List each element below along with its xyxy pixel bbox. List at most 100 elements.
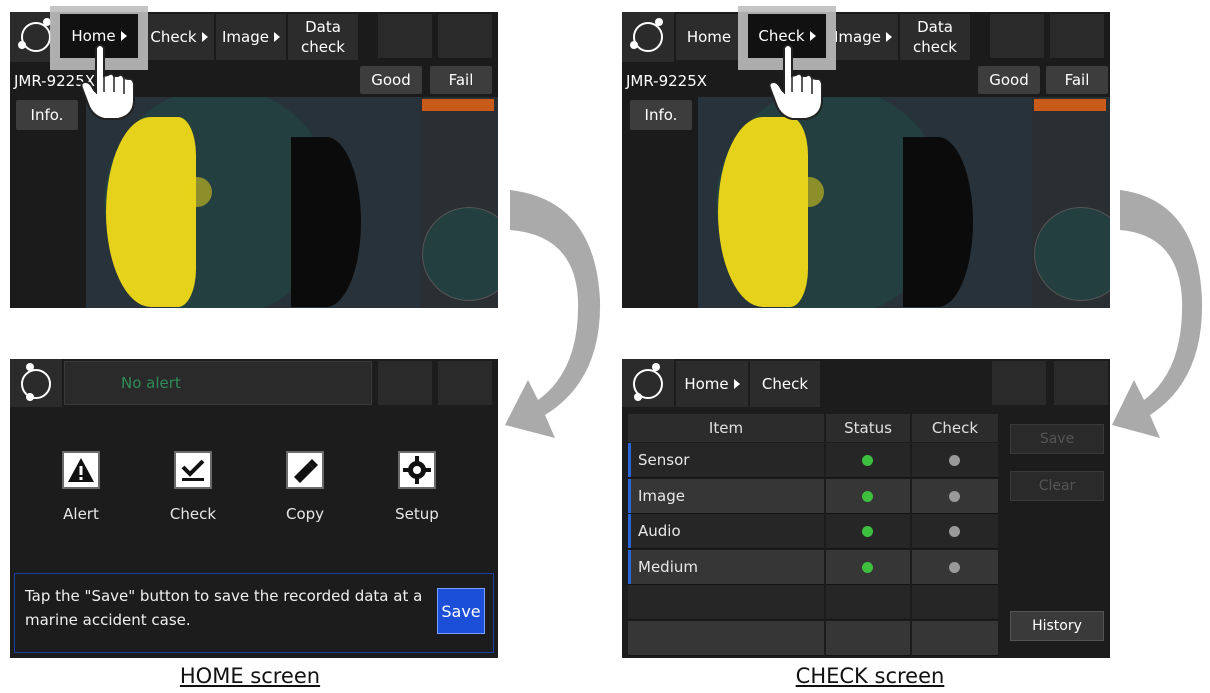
home-screen: No alert Alert Check Copy Setup Tap the … xyxy=(10,359,498,658)
item-cell: Medium xyxy=(628,550,824,585)
status-box-2 xyxy=(438,14,492,58)
tab-check[interactable]: Check xyxy=(144,14,214,60)
row-label: Sensor xyxy=(638,451,690,469)
alert-bar: No alert xyxy=(64,361,372,405)
status-cell xyxy=(826,479,910,514)
alert-triangle-icon xyxy=(68,458,94,482)
curved-arrow-left-icon xyxy=(505,190,601,438)
breadcrumb-check: Check xyxy=(750,361,820,407)
check-cell xyxy=(912,621,998,656)
arrow-right-icon xyxy=(120,31,127,41)
info-button[interactable]: Info. xyxy=(16,100,78,130)
logo-box[interactable] xyxy=(622,12,674,62)
row-accent-bar xyxy=(628,514,631,548)
clear-button[interactable]: Clear xyxy=(1010,471,1104,501)
logo-ring-icon xyxy=(633,22,663,52)
gear-icon xyxy=(403,456,431,484)
tab-home[interactable]: Home xyxy=(676,14,742,60)
model-name: JMR-9225X xyxy=(626,72,708,90)
check-cell xyxy=(912,514,998,549)
item-cell: Image xyxy=(628,479,824,514)
header-status: Status xyxy=(826,414,910,442)
check-cell xyxy=(912,479,998,514)
check-label: Check xyxy=(169,505,217,523)
fail-button[interactable]: Fail xyxy=(430,66,492,94)
status-box-1 xyxy=(378,14,432,58)
header-check: Check xyxy=(912,414,998,442)
status-box-1 xyxy=(990,14,1044,58)
check-cell xyxy=(912,550,998,585)
logo-box[interactable] xyxy=(10,359,62,407)
alert-label: Alert xyxy=(63,505,99,523)
arrow-right-icon xyxy=(809,31,816,41)
arrow-right-icon xyxy=(885,32,892,42)
item-cell xyxy=(628,621,824,656)
right-radar-image xyxy=(698,97,1032,308)
status-box-1 xyxy=(378,361,432,405)
status-cell xyxy=(826,621,910,656)
save-button[interactable]: Save xyxy=(1010,424,1104,454)
status-box-2 xyxy=(1054,361,1108,405)
save-message: Tap the "Save" button to save the record… xyxy=(25,587,423,629)
arrow-right-icon xyxy=(201,32,208,42)
setup-button[interactable]: Setup xyxy=(372,451,462,531)
tab-data-check[interactable]: Data check xyxy=(900,14,970,60)
left-radar-image xyxy=(86,97,420,308)
usb-drive-icon xyxy=(294,459,318,483)
copy-button[interactable]: Copy xyxy=(260,451,350,531)
hand-pointer-icon xyxy=(768,44,823,120)
hand-pointer-icon xyxy=(80,44,135,120)
row-accent-bar xyxy=(628,443,631,477)
status-led-icon xyxy=(862,526,873,537)
status-cell xyxy=(826,550,910,585)
tab-image[interactable]: Image xyxy=(216,14,286,60)
check-led-icon xyxy=(949,526,960,537)
check-button[interactable]: Check xyxy=(148,451,238,531)
good-button[interactable]: Good xyxy=(978,66,1040,94)
status-box-2 xyxy=(438,361,492,405)
curved-arrow-right-icon xyxy=(1112,190,1203,438)
alert-button[interactable]: Alert xyxy=(36,451,126,531)
check-led-icon xyxy=(949,455,960,466)
tab-image[interactable]: Image xyxy=(828,14,898,60)
caption-home: HOME screen xyxy=(179,664,321,688)
item-cell: Sensor xyxy=(628,443,824,478)
left-radar-sidepanel xyxy=(420,97,498,308)
copy-label: Copy xyxy=(285,505,325,523)
save-message-box: Tap the "Save" button to save the record… xyxy=(14,573,494,653)
row-accent-bar xyxy=(628,550,631,584)
right-radar-sidepanel xyxy=(1032,97,1110,308)
status-cell xyxy=(826,585,910,620)
tab-data-check[interactable]: Data check xyxy=(288,14,358,60)
logo-box[interactable] xyxy=(622,359,674,407)
item-cell xyxy=(628,585,824,620)
row-label: Image xyxy=(638,487,685,505)
header-item: Item xyxy=(628,414,824,442)
alert-text: No alert xyxy=(121,374,181,392)
check-led-icon xyxy=(949,491,960,502)
caption-check: CHECK screen xyxy=(795,664,945,688)
setup-label: Setup xyxy=(395,505,439,523)
status-led-icon xyxy=(862,562,873,573)
check-led-icon xyxy=(949,562,960,573)
status-cell xyxy=(826,443,910,478)
breadcrumb-home[interactable]: Home xyxy=(676,361,748,407)
row-accent-bar xyxy=(628,479,631,513)
status-box-1 xyxy=(992,361,1046,405)
status-box-2 xyxy=(1050,14,1104,58)
arrow-right-icon xyxy=(733,379,740,389)
info-button[interactable]: Info. xyxy=(630,100,692,130)
checkmark-icon xyxy=(181,459,205,481)
row-label: Medium xyxy=(638,558,698,576)
arrow-right-icon xyxy=(273,32,280,42)
logo-ring-icon xyxy=(21,22,51,52)
status-led-icon xyxy=(862,491,873,502)
good-button[interactable]: Good xyxy=(360,66,422,94)
item-cell: Audio xyxy=(628,514,824,549)
history-button[interactable]: History xyxy=(1010,611,1104,641)
status-led-icon xyxy=(862,455,873,466)
status-cell xyxy=(826,514,910,549)
fail-button[interactable]: Fail xyxy=(1046,66,1108,94)
save-button[interactable]: Save xyxy=(437,588,485,634)
check-cell xyxy=(912,585,998,620)
